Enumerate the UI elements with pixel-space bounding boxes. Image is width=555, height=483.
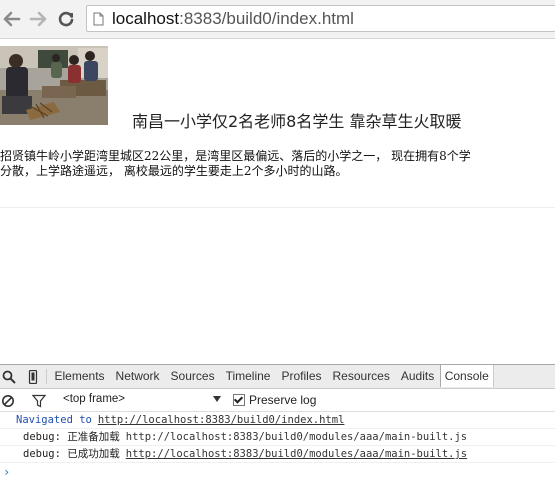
magnifier-icon[interactable] xyxy=(2,369,16,384)
address-bar[interactable]: localhost:8383/build0/index.html xyxy=(86,5,555,32)
devtools-panel: Elements Network Sources Timeline Profil… xyxy=(0,364,555,483)
filter-icon[interactable] xyxy=(31,393,47,408)
chevron-down-icon[interactable] xyxy=(213,396,221,402)
tab-resources[interactable]: Resources xyxy=(327,365,395,388)
device-mode-icon[interactable] xyxy=(26,369,40,385)
article-headline[interactable]: 南昌一小学仅2名老师8名学生 靠杂草生火取暖 xyxy=(132,108,461,132)
news-photo[interactable] xyxy=(0,46,108,125)
devtools-tabs: Elements Network Sources Timeline Profil… xyxy=(49,365,494,388)
preserve-log-checkbox[interactable] xyxy=(233,394,245,406)
navigated-url-link[interactable]: http://localhost:8383/build0/index.html xyxy=(98,414,345,426)
console-filterbar: <top frame> Preserve log xyxy=(0,389,555,412)
preserve-log-label: Preserve log xyxy=(249,393,317,407)
toolbar-separator xyxy=(46,369,47,384)
article-summary: 招贤镇牛岭小学距湾里城区22公里，是湾里区最偏远、落后的小学之一， 现在拥有8个… xyxy=(0,149,555,179)
forward-arrow-icon[interactable] xyxy=(28,9,48,29)
back-arrow-icon[interactable] xyxy=(2,9,22,29)
devtools-tabbar: Elements Network Sources Timeline Profil… xyxy=(0,365,555,389)
console-message: debug: 正准备加载 http://localhost:8383/build0… xyxy=(0,429,555,446)
frame-select[interactable]: <top frame> xyxy=(63,393,125,405)
reload-icon[interactable] xyxy=(56,9,76,29)
tab-profiles[interactable]: Profiles xyxy=(276,365,327,388)
page-viewport: 南昌一小学仅2名老师8名学生 靠杂草生火取暖 招贤镇牛岭小学距湾里城区22公里，… xyxy=(0,39,555,364)
summary-line: 招贤镇牛岭小学距湾里城区22公里，是湾里区最偏远、落后的小学之一， 现在拥有8个… xyxy=(0,149,471,163)
url-text: localhost:8383/build0/index.html xyxy=(112,9,354,28)
tab-sources[interactable]: Sources xyxy=(165,365,220,388)
preserve-log-toggle[interactable]: Preserve log xyxy=(233,393,316,407)
navigated-message: Navigated to http://localhost:8383/build0… xyxy=(16,414,345,426)
console-output: Navigated to http://localhost:8383/build0… xyxy=(0,412,555,479)
page-icon xyxy=(93,11,104,26)
tab-network[interactable]: Network xyxy=(110,365,165,388)
console-message: Navigated to http://localhost:8383/build0… xyxy=(0,412,555,429)
message-source-link[interactable]: http://localhost:8383/build0/modules/aaa… xyxy=(126,431,467,443)
debug-message: debug: 正准备加载 http://localhost:8383/build0… xyxy=(23,431,468,443)
message-source-link[interactable]: http://localhost:8383/build0/modules/aaa… xyxy=(126,448,467,460)
divider xyxy=(0,207,555,208)
console-prompt[interactable]: › xyxy=(3,465,10,479)
tab-elements[interactable]: Elements xyxy=(49,365,110,388)
summary-line: 分散，上学路途遥远， 离校最远的学生要走上2个多小时的山路。 xyxy=(0,164,348,178)
tab-audits[interactable]: Audits xyxy=(395,365,439,388)
clear-console-icon[interactable] xyxy=(1,393,15,407)
console-message: debug: 已成功加载 http://localhost:8383/build0… xyxy=(0,446,555,463)
tab-timeline[interactable]: Timeline xyxy=(220,365,276,388)
tab-console[interactable]: Console xyxy=(439,365,494,387)
debug-message: debug: 已成功加载 http://localhost:8383/build0… xyxy=(23,448,468,460)
browser-toolbar: localhost:8383/build0/index.html xyxy=(0,0,555,39)
